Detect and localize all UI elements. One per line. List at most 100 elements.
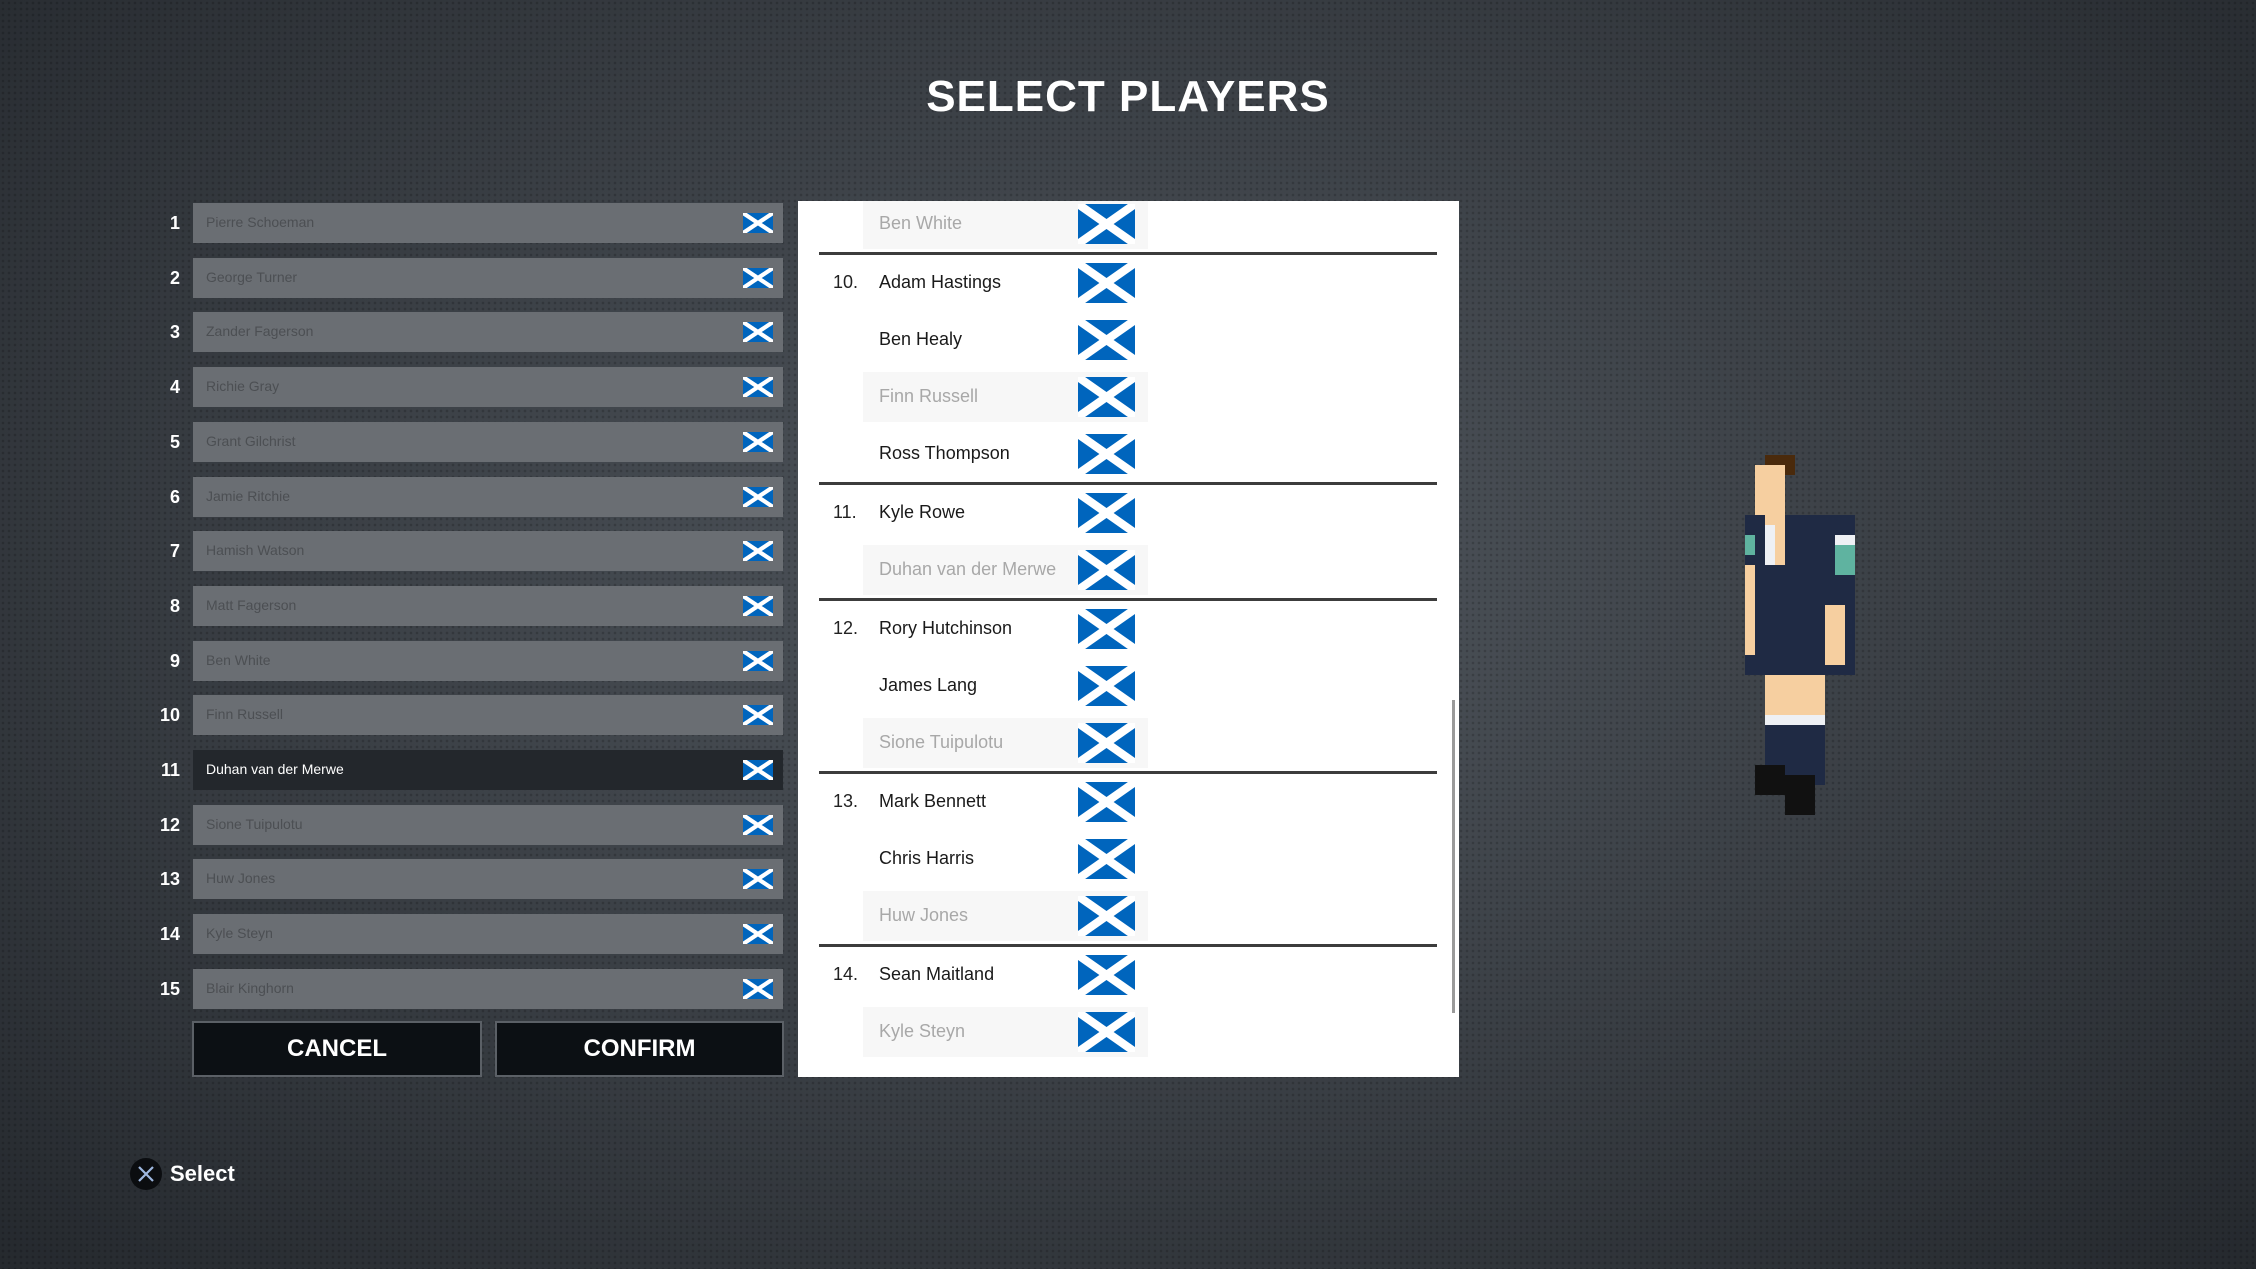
scotland-flag-icon xyxy=(1075,778,1138,826)
lineup-slot[interactable]: Hamish Watson xyxy=(193,531,783,572)
scotland-flag-icon xyxy=(1075,719,1138,767)
slot-number: 1 xyxy=(169,213,180,233)
slot-player-name: Ben White xyxy=(206,651,271,668)
slot-number: 10 xyxy=(159,705,180,726)
lineup-slot[interactable]: Pierre Schoeman xyxy=(193,203,783,243)
scotland-flag-icon xyxy=(741,539,775,563)
player-option-row[interactable]: Sione Tuipulotu xyxy=(798,718,1459,768)
player-name: Sean Maitland xyxy=(879,964,995,984)
lineup-slot[interactable]: Ben White xyxy=(193,640,783,681)
player-option-row[interactable]: 12. Rory Hutchinson xyxy=(798,604,1459,654)
player-name: Sione Tuipulotu xyxy=(879,732,1004,752)
player-option-row[interactable]: 11. Kyle Rowe xyxy=(798,488,1459,538)
slot-player-name: Pierre Schoeman xyxy=(206,214,315,230)
scrollbar[interactable] xyxy=(1452,700,1455,1013)
group-divider xyxy=(819,252,1437,255)
scotland-flag-icon xyxy=(1075,605,1138,653)
slot-number: 2 xyxy=(169,267,180,288)
lineup-slot[interactable]: Jamie Ritchie xyxy=(193,476,783,517)
lineup-slot[interactable]: Blair Kinghorn xyxy=(193,968,783,1009)
group-divider xyxy=(819,482,1437,485)
player-option-row[interactable]: Ross Thompson xyxy=(798,429,1459,479)
player-name: Huw Jones xyxy=(879,905,969,925)
slot-player-name: Huw Jones xyxy=(206,870,276,887)
lineup-slot[interactable]: Matt Fagerson xyxy=(193,585,783,626)
player-name: Adam Hastings xyxy=(879,272,1002,292)
lineup-slot[interactable]: Zander Fagerson xyxy=(193,312,783,353)
scotland-flag-icon xyxy=(1075,373,1138,421)
scotland-flag-icon xyxy=(1075,430,1138,478)
slot-number: 5 xyxy=(169,431,180,452)
slot-number: 12 xyxy=(159,814,180,835)
slot-number: 3 xyxy=(169,322,180,343)
scotland-flag-icon xyxy=(1075,951,1138,999)
scotland-flag-icon xyxy=(741,703,775,727)
scotland-flag-icon xyxy=(741,922,775,946)
lineup-slot[interactable]: George Turner xyxy=(193,257,783,298)
player-name: Finn Russell xyxy=(879,386,979,406)
scotland-flag-icon xyxy=(1075,662,1138,710)
player-name: Ben White xyxy=(879,213,963,233)
player-name: Ross Thompson xyxy=(879,443,1010,463)
player-option-row[interactable]: 13. Mark Bennett xyxy=(798,777,1459,827)
cancel-button[interactable]: CANCEL xyxy=(192,1021,482,1077)
scotland-flag-icon xyxy=(741,867,775,892)
lineup-slot[interactable]: Kyle Steyn xyxy=(193,914,783,955)
player-options-panel: Ben White 10. Adam Hastings Ben Healy Finn R… xyxy=(798,201,1459,1077)
slot-number: 8 xyxy=(169,595,180,616)
confirm-button[interactable]: CONFIRM xyxy=(495,1021,784,1077)
slot-player-name: Richie Gray xyxy=(206,378,280,395)
scotland-flag-icon xyxy=(741,594,775,618)
slot-player-name: Hamish Watson xyxy=(206,542,305,559)
player-option-row[interactable]: 14. Sean Maitland xyxy=(798,950,1459,1000)
slot-player-name: Blair Kinghorn xyxy=(206,979,294,996)
player-option-row[interactable]: Chris Harris xyxy=(798,834,1459,884)
slot-number: 9 xyxy=(169,650,180,671)
scotland-flag-icon xyxy=(1075,892,1138,940)
scotland-flag-icon xyxy=(1075,201,1138,248)
group-divider xyxy=(819,598,1437,601)
position-number: 10. xyxy=(833,272,859,292)
player-name: James Lang xyxy=(879,675,978,695)
scotland-flag-icon xyxy=(741,320,775,345)
position-number: 13. xyxy=(833,791,859,811)
slot-player-name: Zander Fagerson xyxy=(206,323,314,340)
lineup-slot[interactable]: Huw Jones xyxy=(193,859,783,900)
slot-number: 15 xyxy=(159,978,180,999)
lineup-slot-selected[interactable]: Duhan van der Merwe xyxy=(193,750,783,790)
slot-number: 4 xyxy=(169,377,180,398)
scotland-flag-icon xyxy=(741,484,775,509)
player-option-row[interactable]: Kyle Steyn xyxy=(798,1007,1459,1057)
slot-number: 13 xyxy=(159,869,180,890)
group-divider xyxy=(819,771,1437,774)
lineup-slot[interactable]: Sione Tuipulotu xyxy=(193,804,783,845)
scotland-flag-icon xyxy=(741,977,775,1001)
position-number: 14. xyxy=(833,964,859,984)
player-option-row[interactable]: Duhan van der Merwe xyxy=(798,545,1459,595)
slot-number: 14 xyxy=(159,924,180,945)
player-option-row[interactable]: Ben Healy xyxy=(798,315,1459,365)
scotland-flag-icon xyxy=(1075,546,1138,594)
player-option-row[interactable]: Finn Russell xyxy=(798,372,1459,422)
slot-number: 11 xyxy=(160,760,180,780)
scotland-flag-icon xyxy=(1075,1008,1138,1056)
lineup-slot[interactable]: Finn Russell xyxy=(193,695,783,736)
player-figure xyxy=(1735,455,1865,830)
lineup-slot[interactable]: Richie Gray xyxy=(193,367,783,408)
player-option-row[interactable]: Ben White xyxy=(798,201,1459,249)
player-name: Ben Healy xyxy=(879,329,963,349)
slot-player-name: Duhan van der Merwe xyxy=(206,761,344,777)
player-name: Kyle Steyn xyxy=(879,1021,966,1041)
slot-player-name: Matt Fagerson xyxy=(206,596,297,613)
slot-number: 6 xyxy=(169,486,180,507)
position-number: 12. xyxy=(833,618,859,638)
player-option-row[interactable]: James Lang xyxy=(798,661,1459,711)
player-option-row[interactable]: Huw Jones xyxy=(798,891,1459,941)
scotland-flag-icon xyxy=(1075,316,1138,364)
player-option-row[interactable]: 10. Adam Hastings xyxy=(798,258,1459,308)
hint-label: Select xyxy=(170,1161,235,1186)
scotland-flag-icon xyxy=(1075,835,1138,883)
position-number: 11. xyxy=(833,502,857,522)
slot-player-name: Kyle Steyn xyxy=(206,925,273,942)
lineup-slot[interactable]: Grant Gilchrist xyxy=(193,421,783,462)
